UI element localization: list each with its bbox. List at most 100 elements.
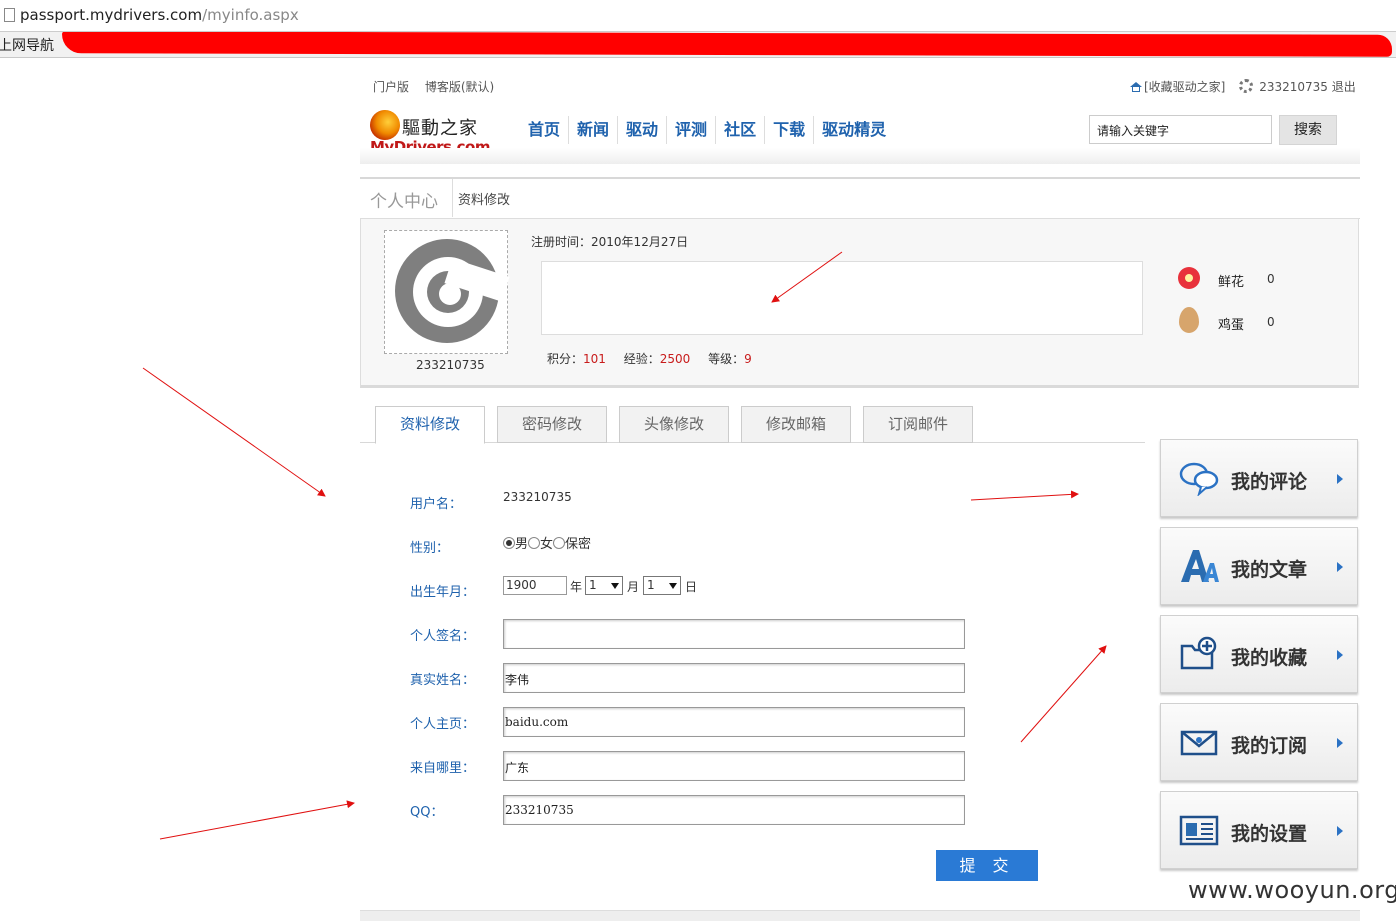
signature-label: 个人签名： xyxy=(410,629,476,644)
birth-day-select[interactable]: 1 xyxy=(643,576,681,595)
url-text[interactable]: passport.mydrivers.com/myinfo.aspx xyxy=(20,6,299,24)
birth-year-input[interactable]: 1900 xyxy=(503,576,567,595)
user-stats: 积分：101 经验：2500 等级：9 xyxy=(547,350,766,367)
annotation-arrow xyxy=(142,367,326,497)
tab-edit-profile[interactable]: 资料修改 xyxy=(375,406,485,444)
breadcrumb-current: 资料修改 xyxy=(458,193,511,208)
tab-change-password[interactable]: 密码修改 xyxy=(497,406,607,443)
side-label-articles: 我的文章 xyxy=(1231,559,1308,581)
id-card-icon xyxy=(1179,815,1219,846)
submit-button[interactable]: 提 交 xyxy=(936,850,1038,881)
page-icon xyxy=(4,8,15,22)
folder-add-icon xyxy=(1180,636,1217,670)
side-my-favorites[interactable]: 我的收藏 xyxy=(1160,615,1358,693)
chevron-right-icon xyxy=(1337,650,1343,660)
bookmarks-bar: 上网导航 xyxy=(0,32,1396,58)
search-input[interactable]: 请输入关键字 xyxy=(1089,115,1272,144)
qq-input[interactable]: 233210735 xyxy=(503,795,965,825)
homepage-label: 个人主页： xyxy=(410,717,476,732)
annotation-arrow xyxy=(159,800,355,840)
qq-label: QQ： xyxy=(410,805,444,820)
signature-display xyxy=(541,261,1143,335)
side-label-subscriptions: 我的订阅 xyxy=(1231,735,1308,757)
watermark: www.wooyun.org xyxy=(1188,876,1396,904)
tab-change-avatar[interactable]: 头像修改 xyxy=(619,406,729,443)
egg-icon xyxy=(1179,307,1199,333)
flower-label: 鲜花 xyxy=(1218,275,1245,290)
chevron-right-icon xyxy=(1337,738,1343,748)
birth-month-select[interactable]: 1 xyxy=(585,576,623,595)
chevron-down-icon xyxy=(611,583,619,589)
envelope-icon xyxy=(1180,730,1218,756)
nav-news[interactable]: 新闻 xyxy=(569,116,619,144)
level-label: 等级： xyxy=(708,352,745,366)
exp-label: 经验： xyxy=(623,352,660,366)
search-button[interactable]: 搜索 xyxy=(1279,115,1337,145)
birth-label: 出生年月： xyxy=(410,585,476,600)
year-unit: 年 xyxy=(570,580,583,594)
logout-link[interactable]: 退出 xyxy=(1332,80,1356,94)
nav-download[interactable]: 下载 xyxy=(765,116,815,144)
nav-reviews[interactable]: 评测 xyxy=(667,116,717,144)
gender-label: 性别： xyxy=(410,541,450,556)
profile-username: 233210735 xyxy=(416,358,485,372)
birth-month-value: 1 xyxy=(589,578,597,592)
chevron-down-icon xyxy=(669,583,677,589)
month-unit: 月 xyxy=(627,580,640,594)
side-label-settings: 我的设置 xyxy=(1231,823,1308,845)
annotation-arrow xyxy=(1020,645,1107,743)
chevron-right-icon xyxy=(1337,562,1343,572)
breadcrumb: 个人中心 资料修改 xyxy=(360,177,1360,219)
day-unit: 日 xyxy=(685,580,698,594)
font-aa-icon xyxy=(1181,550,1219,582)
portal-version-link[interactable]: 门户版 xyxy=(373,80,409,94)
gender-female-radio[interactable] xyxy=(528,537,541,549)
side-label-comments: 我的评论 xyxy=(1231,471,1308,493)
user-name[interactable]: 233210735 xyxy=(1259,80,1328,94)
flower-count: 0 xyxy=(1267,272,1275,286)
tab-subscribe-email[interactable]: 订阅邮件 xyxy=(863,406,973,443)
gender-secret-radio[interactable] xyxy=(553,537,566,549)
nav-driver-genius[interactable]: 驱动精灵 xyxy=(814,116,894,144)
side-my-settings[interactable]: 我的设置 xyxy=(1160,791,1358,869)
level-value: 9 xyxy=(744,352,752,366)
realname-label: 真实姓名： xyxy=(410,673,476,688)
gender-secret-label: 保密 xyxy=(565,537,592,552)
nav-drivers[interactable]: 驱动 xyxy=(618,116,668,144)
comment-bubbles-icon xyxy=(1179,462,1219,496)
side-my-subscriptions[interactable]: 我的订阅 xyxy=(1160,703,1358,781)
chevron-right-icon xyxy=(1337,826,1343,836)
user-box: [收藏驱动之家] 233210735 退出 xyxy=(1130,78,1356,95)
username-value: 233210735 xyxy=(503,490,572,504)
avatar xyxy=(384,230,510,354)
points-value: 101 xyxy=(583,352,606,366)
annotation-arrow xyxy=(970,490,1079,501)
homepage-input[interactable]: baidu.com xyxy=(503,707,965,737)
realname-input[interactable]: 李伟 xyxy=(503,663,965,693)
main-nav: 首页 新闻 驱动 评测 社区 下载 驱动精灵 xyxy=(520,116,894,144)
side-my-articles[interactable]: 我的文章 xyxy=(1160,527,1358,605)
from-input[interactable]: 广东 xyxy=(503,751,965,781)
bookmark-nav[interactable]: 上网导航 xyxy=(0,35,54,55)
egg-label: 鸡蛋 xyxy=(1218,318,1245,333)
gender-options: 男女保密 xyxy=(503,533,591,552)
tab-change-email[interactable]: 修改邮箱 xyxy=(741,406,851,443)
gender-male-radio[interactable] xyxy=(503,537,515,549)
home-icon xyxy=(1130,82,1142,92)
favorite-link[interactable]: [收藏驱动之家] xyxy=(1144,80,1225,94)
blog-version-link[interactable]: 博客版(默认) xyxy=(425,80,494,94)
gender-male-label: 男 xyxy=(515,537,529,552)
breadcrumb-separator xyxy=(452,179,453,217)
nav-home[interactable]: 首页 xyxy=(520,116,570,144)
header-divider xyxy=(360,148,1360,164)
signature-input[interactable] xyxy=(503,619,965,649)
chevron-right-icon xyxy=(1337,474,1343,484)
nav-community[interactable]: 社区 xyxy=(716,116,766,144)
gender-female-label: 女 xyxy=(540,537,554,552)
profile-panel: 233210735 注册时间：2010年12月27日 积分：101 经验：250… xyxy=(360,218,1359,388)
side-my-comments[interactable]: 我的评论 xyxy=(1160,439,1358,517)
points-label: 积分： xyxy=(547,352,584,366)
address-bar[interactable]: passport.mydrivers.com/myinfo.aspx xyxy=(0,0,1396,32)
gear-icon[interactable] xyxy=(1239,79,1254,93)
logo-swirl-icon xyxy=(370,110,400,140)
